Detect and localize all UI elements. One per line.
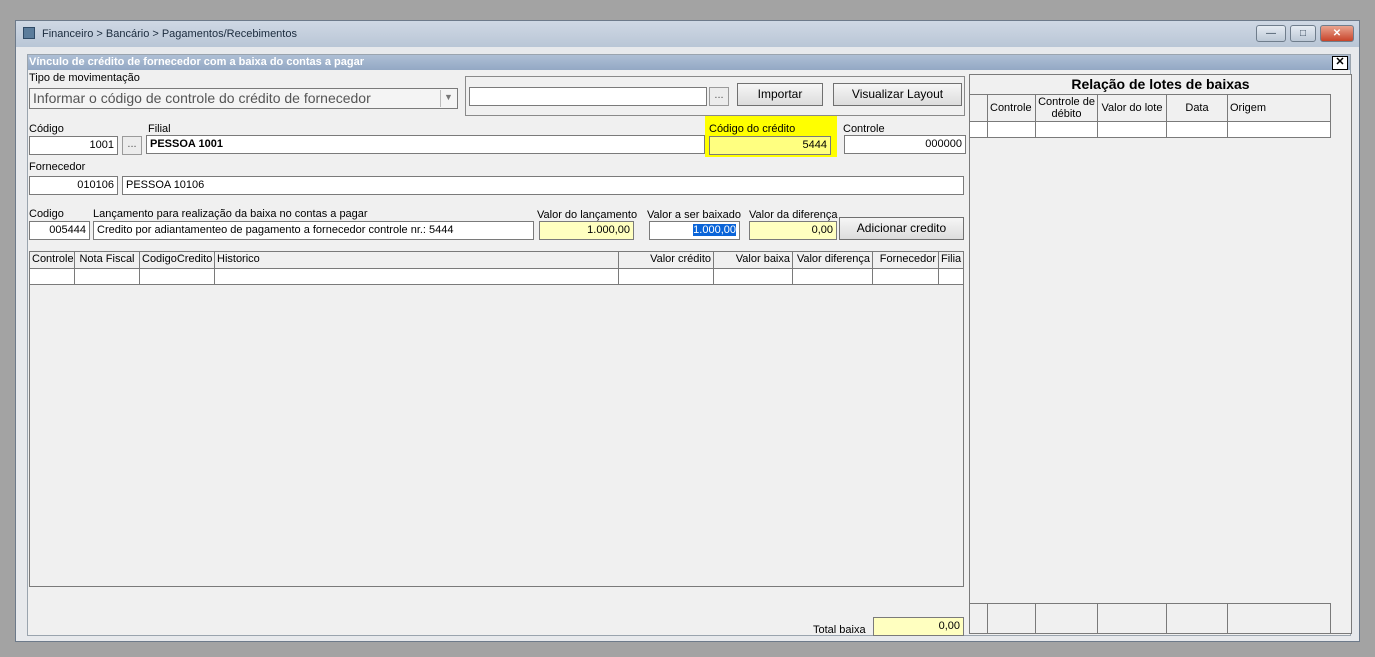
form-close-icon[interactable]: ✕ xyxy=(1332,56,1348,70)
valor-diferenca-label: Valor da diferença xyxy=(749,209,838,221)
table-cell[interactable] xyxy=(1167,604,1228,633)
table-cell[interactable] xyxy=(30,269,75,284)
column-header[interactable]: Valor baixa xyxy=(714,252,793,268)
column-header[interactable]: Valor crédito xyxy=(619,252,714,268)
table-cell[interactable] xyxy=(1228,604,1331,633)
table-cell[interactable] xyxy=(873,269,939,284)
importar-button[interactable]: Importar xyxy=(737,83,823,106)
application-window: Financeiro > Bancário > Pagamentos/Receb… xyxy=(15,20,1360,642)
codigo-credito-input[interactable]: 5444 xyxy=(709,136,831,155)
form-title: Vínculo de crédito de fornecedor com a b… xyxy=(28,55,1350,70)
lotes-grid-title: Relação de lotes de baixas xyxy=(1071,76,1250,92)
table-cell[interactable] xyxy=(1098,122,1167,137)
tipo-movimentacao-select[interactable]: Informar o código de controle do crédito… xyxy=(29,88,458,109)
column-header[interactable]: Valor do lote xyxy=(1098,95,1167,121)
file-path-input[interactable] xyxy=(469,87,707,106)
table-cell[interactable] xyxy=(1228,122,1331,137)
column-header[interactable]: CodigoCredito xyxy=(140,252,215,268)
table-cell[interactable] xyxy=(1036,122,1098,137)
valor-baixar-label: Valor a ser baixado xyxy=(647,209,741,221)
codigo2-input[interactable]: 005444 xyxy=(29,221,90,240)
codigo2-label: Codigo xyxy=(29,208,64,220)
valor-baixar-input[interactable]: 1.000,00 xyxy=(649,221,740,240)
table-cell[interactable] xyxy=(619,269,714,284)
table-cell[interactable] xyxy=(140,269,215,284)
tipo-movimentacao-value: Informar o código de controle do crédito… xyxy=(33,90,371,106)
fornecedor-code-input[interactable]: 010106 xyxy=(29,176,118,195)
total-baixa-input: 0,00 xyxy=(873,617,964,636)
creditos-grid[interactable]: Controle Nota Fiscal CodigoCredito Historic… xyxy=(29,251,964,587)
lotes-grid[interactable]: Relação de lotes de baixas Controle Contr… xyxy=(969,74,1352,634)
row-indicator xyxy=(970,604,988,633)
column-header[interactable]: Historico xyxy=(215,252,619,268)
valor-baixar-selected-text: 1.000,00 xyxy=(693,224,736,236)
lancamento-input[interactable]: Credito por adiantamenteo de pagamento a… xyxy=(93,221,534,240)
maximize-icon[interactable]: □ xyxy=(1290,25,1316,42)
fornecedor-name-input[interactable]: PESSOA 10106 xyxy=(122,176,964,195)
lotes-grid-footer xyxy=(970,603,1331,633)
column-header[interactable]: Valor diferença xyxy=(793,252,873,268)
window-title: Financeiro > Bancário > Pagamentos/Receb… xyxy=(42,28,297,40)
controle-label: Controle xyxy=(843,123,885,135)
codigo-label: Código xyxy=(29,123,64,135)
lancamento-label: Lançamento para realização da baixa no c… xyxy=(93,208,368,220)
table-row[interactable] xyxy=(970,122,1331,138)
valor-lancamento-label: Valor do lançamento xyxy=(537,209,638,221)
table-cell[interactable] xyxy=(939,269,964,284)
column-header[interactable]: Data xyxy=(1167,95,1228,121)
close-window-icon[interactable]: ✕ xyxy=(1320,25,1354,42)
column-header[interactable]: Controle xyxy=(988,95,1036,121)
valor-lancamento-input: 1.000,00 xyxy=(539,221,634,240)
column-header[interactable]: Filia xyxy=(939,252,964,268)
table-cell[interactable] xyxy=(988,122,1036,137)
minimize-icon[interactable]: — xyxy=(1256,25,1286,42)
form-panel: Vínculo de crédito de fornecedor com a b… xyxy=(27,54,1352,636)
table-cell[interactable] xyxy=(215,269,619,284)
table-row[interactable] xyxy=(30,269,964,285)
table-cell[interactable] xyxy=(1036,604,1098,633)
column-header[interactable]: Nota Fiscal xyxy=(75,252,140,268)
total-baixa-label: Total baixa xyxy=(813,624,866,636)
table-cell[interactable] xyxy=(988,604,1036,633)
app-icon xyxy=(23,27,35,39)
codigo-input[interactable]: 1001 xyxy=(29,136,118,155)
valor-diferenca-input: 0,00 xyxy=(749,221,837,240)
controle-input[interactable]: 000000 xyxy=(844,135,966,154)
chevron-down-icon[interactable]: ▼ xyxy=(440,90,456,107)
table-cell[interactable] xyxy=(75,269,140,284)
codigo-credito-label: Código do crédito xyxy=(709,123,796,135)
row-indicator xyxy=(970,95,988,121)
lotes-grid-header: Controle Controle de débito Valor do lote D… xyxy=(970,94,1331,122)
table-cell[interactable] xyxy=(714,269,793,284)
row-indicator xyxy=(970,122,988,137)
visualizar-layout-button[interactable]: Visualizar Layout xyxy=(833,83,962,106)
browse-button[interactable]: ... xyxy=(709,87,729,106)
column-header[interactable]: Controle xyxy=(30,252,75,268)
table-cell[interactable] xyxy=(793,269,873,284)
tipo-movimentacao-label: Tipo de movimentação xyxy=(29,72,140,84)
title-bar: Financeiro > Bancário > Pagamentos/Receb… xyxy=(16,21,1359,47)
fornecedor-label: Fornecedor xyxy=(29,161,86,173)
creditos-grid-header: Controle Nota Fiscal CodigoCredito Historic… xyxy=(30,252,964,269)
codigo-lookup-button[interactable]: ... xyxy=(122,136,142,155)
filial-label: Filial xyxy=(148,123,171,135)
adicionar-credito-button[interactable]: Adicionar credito xyxy=(839,217,964,240)
column-header[interactable]: Origem xyxy=(1228,95,1331,121)
filial-input[interactable]: PESSOA 1001 xyxy=(146,135,705,154)
table-cell[interactable] xyxy=(1098,604,1167,633)
column-header[interactable]: Fornecedor xyxy=(873,252,939,268)
column-header[interactable]: Controle de débito xyxy=(1036,95,1098,121)
table-cell[interactable] xyxy=(1167,122,1228,137)
